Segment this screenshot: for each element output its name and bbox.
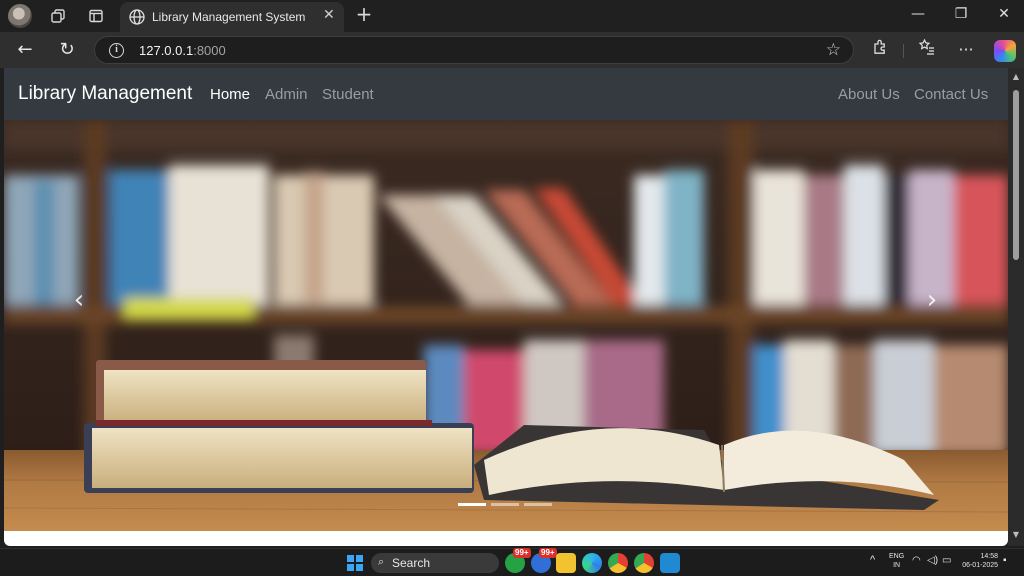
tray-chevron-icon[interactable]: ^ bbox=[870, 554, 875, 566]
browser-titlebar: Library Management System ✕ + — ❐ ✕ bbox=[0, 0, 1024, 32]
tab-library-management[interactable]: Library Management System ✕ bbox=[120, 2, 344, 32]
new-tab-button[interactable]: + bbox=[353, 4, 375, 26]
carousel-indicator-1[interactable] bbox=[458, 503, 486, 506]
clock[interactable]: 14:58 06-01-2025 bbox=[958, 552, 998, 570]
address-bar[interactable]: i 127.0.0.1:8000 ☆ bbox=[94, 36, 854, 64]
tab-title: Library Management System bbox=[152, 10, 306, 24]
messenger-icon[interactable]: 99+ bbox=[531, 548, 557, 573]
windows-start-icon[interactable] bbox=[347, 555, 363, 571]
page-scrollbar[interactable]: ▲ ▼ bbox=[1008, 68, 1024, 546]
edge-browser-icon[interactable] bbox=[582, 553, 602, 573]
battery-icon[interactable]: ▭ bbox=[942, 555, 951, 566]
language-indicator[interactable]: ENG IN bbox=[889, 552, 904, 570]
browser-toolbar: ← ↻ i 127.0.0.1:8000 ☆ ··· bbox=[0, 32, 1024, 68]
copilot-icon[interactable] bbox=[994, 40, 1016, 62]
file-explorer-icon[interactable] bbox=[556, 553, 576, 573]
clock-time: 14:58 bbox=[980, 553, 998, 560]
hero-carousel: ‹ › bbox=[4, 120, 1008, 531]
carousel-next-button[interactable]: › bbox=[917, 285, 947, 315]
url-host: 127.0.0.1 bbox=[139, 43, 194, 58]
workspaces-icon[interactable] bbox=[46, 4, 70, 28]
chrome-icon[interactable] bbox=[608, 553, 628, 573]
wifi-icon[interactable]: ◠ bbox=[912, 555, 921, 566]
back-button[interactable]: ← bbox=[12, 38, 38, 62]
nav-admin[interactable]: Admin bbox=[265, 86, 308, 103]
scroll-up-icon[interactable]: ▲ bbox=[1011, 72, 1021, 81]
url-text: 127.0.0.1:8000 bbox=[139, 43, 226, 58]
vscode-icon[interactable] bbox=[660, 553, 680, 573]
minimize-button[interactable]: — bbox=[904, 6, 932, 26]
scroll-down-icon[interactable]: ▼ bbox=[1011, 530, 1021, 539]
carousel-indicator-3[interactable] bbox=[524, 503, 552, 506]
windows-taskbar: ⌕ Search 99+ 99+ ^ ENG IN ◠ ◁) ▭ 14:58 06-… bbox=[0, 548, 1024, 576]
notification-badge: 99+ bbox=[513, 548, 531, 558]
close-window-button[interactable]: ✕ bbox=[990, 6, 1018, 26]
restore-button[interactable]: ❐ bbox=[947, 6, 975, 26]
nav-contact-us[interactable]: Contact Us bbox=[914, 86, 988, 103]
globe-icon bbox=[128, 8, 146, 26]
more-menu-button[interactable]: ··· bbox=[954, 38, 978, 62]
whatsapp-icon[interactable]: 99+ bbox=[505, 548, 531, 573]
carousel-prev-button[interactable]: ‹ bbox=[64, 285, 94, 315]
nav-student[interactable]: Student bbox=[322, 86, 374, 103]
search-icon: ⌕ bbox=[378, 555, 385, 568]
region-code: IN bbox=[893, 562, 901, 569]
site-info-icon[interactable]: i bbox=[109, 43, 124, 58]
nav-about-us[interactable]: About Us bbox=[838, 86, 900, 103]
chrome-profile-icon[interactable] bbox=[634, 553, 654, 573]
taskbar-search-label: Search bbox=[392, 556, 431, 570]
tab-close-icon[interactable]: ✕ bbox=[323, 7, 335, 23]
notifications-icon[interactable]: ▪ bbox=[1003, 555, 1007, 566]
nav-home[interactable]: Home bbox=[210, 86, 250, 103]
profile-avatar[interactable] bbox=[8, 4, 32, 28]
site-brand[interactable]: Library Management bbox=[18, 83, 192, 105]
site-navbar: Library Management Home Admin Student Ab… bbox=[4, 68, 1008, 120]
tab-actions-icon[interactable] bbox=[84, 4, 108, 28]
toolbar-separator bbox=[903, 44, 904, 58]
extensions-icon[interactable] bbox=[868, 38, 892, 62]
carousel-indicator-2[interactable] bbox=[491, 503, 519, 506]
reload-button[interactable]: ↻ bbox=[54, 38, 80, 62]
language-code: ENG bbox=[889, 553, 905, 560]
notification-badge: 99+ bbox=[539, 548, 557, 558]
taskbar-search[interactable]: ⌕ Search bbox=[371, 553, 499, 573]
favorites-icon[interactable] bbox=[914, 38, 938, 62]
scrollbar-thumb[interactable] bbox=[1013, 90, 1019, 260]
library-hero-image bbox=[4, 120, 1008, 531]
clock-date: 06-01-2025 bbox=[962, 562, 998, 569]
favorite-star-icon[interactable]: ☆ bbox=[826, 40, 841, 60]
url-port: :8000 bbox=[193, 43, 226, 58]
page-viewport: Library Management Home Admin Student Ab… bbox=[4, 68, 1008, 546]
volume-icon[interactable]: ◁) bbox=[927, 555, 938, 566]
